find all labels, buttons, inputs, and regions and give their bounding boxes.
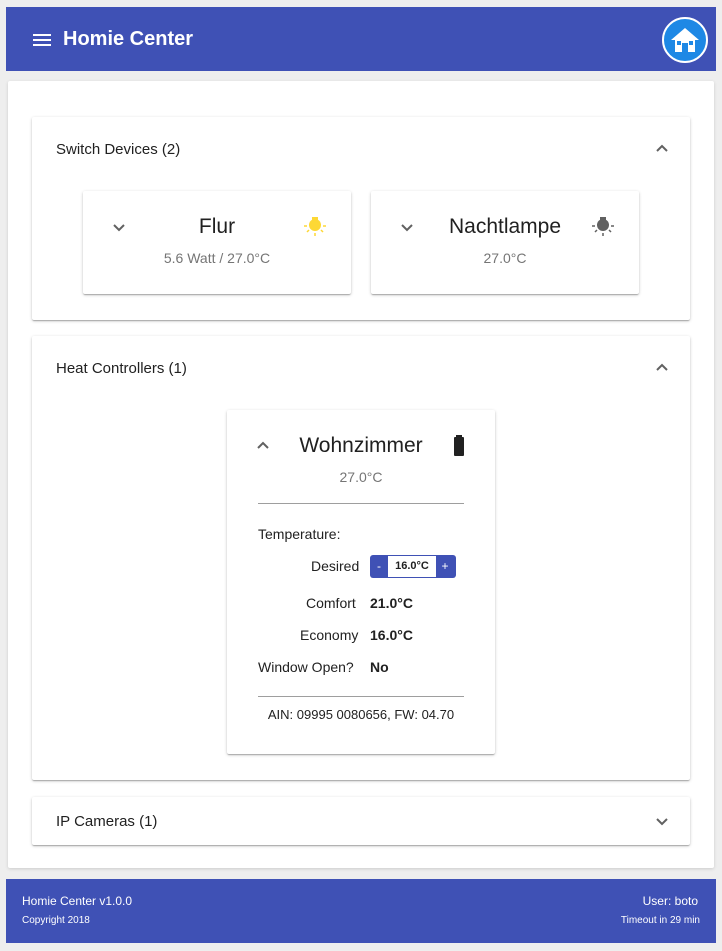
desired-label: Desired <box>311 558 360 574</box>
session-timeout: Timeout in 29 min <box>620 915 700 926</box>
heat-controllers-panel: Heat Controllers (1) Wohnzimmer 27.0°C T… <box>32 336 690 780</box>
menu-icon[interactable] <box>33 30 55 48</box>
divider <box>258 503 464 504</box>
copyright: Copyright 2018 <box>22 915 90 926</box>
heat-controllers-title: Heat Controllers (1) <box>56 359 187 377</box>
device-card-nachtlampe: Nachtlampe 27.0°C <box>371 191 639 294</box>
switch-devices-panel: Switch Devices (2) Flur 5.6 Watt / 27.0°… <box>32 117 690 320</box>
device-status: 27.0°C <box>483 250 527 266</box>
chevron-up-icon[interactable] <box>654 141 670 157</box>
device-status: 5.6 Watt / 27.0°C <box>163 250 271 266</box>
window-open-label: Window Open? <box>258 659 354 675</box>
comfort-label: Comfort <box>306 595 356 611</box>
bulb-off-icon[interactable] <box>591 214 615 238</box>
device-card-flur: Flur 5.6 Watt / 27.0°C <box>83 191 351 294</box>
window-open-value: No <box>370 659 389 675</box>
bulb-on-icon[interactable] <box>303 214 327 238</box>
ip-cameras-panel: IP Cameras (1) <box>32 797 690 845</box>
ip-cameras-title: IP Cameras (1) <box>56 812 158 830</box>
economy-label: Economy <box>300 627 359 643</box>
battery-icon <box>454 435 464 456</box>
switch-devices-header[interactable]: Switch Devices (2) <box>32 117 690 181</box>
heat-controllers-header[interactable]: Heat Controllers (1) <box>32 336 690 400</box>
main-content: Switch Devices (2) Flur 5.6 Watt / 27.0°… <box>8 81 714 868</box>
home-logo-icon <box>662 17 708 63</box>
desired-value[interactable]: 16.0°C <box>388 556 436 577</box>
chevron-up-icon[interactable] <box>654 360 670 376</box>
decrease-button[interactable]: - <box>370 555 388 578</box>
ip-cameras-header[interactable]: IP Cameras (1) <box>32 797 690 845</box>
device-status: 27.0°C <box>339 469 383 485</box>
switch-devices-title: Switch Devices (2) <box>56 140 181 158</box>
increase-button[interactable]: + <box>436 555 454 578</box>
chevron-down-icon[interactable] <box>654 813 670 829</box>
temperature-label: Temperature: <box>258 526 341 542</box>
heat-device-card-wohnzimmer: Wohnzimmer 27.0°C Temperature: Desired -… <box>227 410 495 754</box>
comfort-value: 21.0°C <box>370 595 413 611</box>
economy-value: 16.0°C <box>370 627 413 643</box>
app-version: Homie Center v1.0.0 <box>22 894 133 908</box>
footer: Homie Center v1.0.0 Copyright 2018 User:… <box>6 879 716 943</box>
divider <box>258 696 464 697</box>
app-bar: Homie Center <box>6 7 716 71</box>
user-info: User: boto <box>642 894 698 908</box>
app-title: Homie Center <box>63 27 194 50</box>
desired-temperature-stepper: - 16.0°C + <box>370 555 456 578</box>
ain-firmware-info: AIN: 09995 0080656, FW: 04.70 <box>267 707 455 722</box>
